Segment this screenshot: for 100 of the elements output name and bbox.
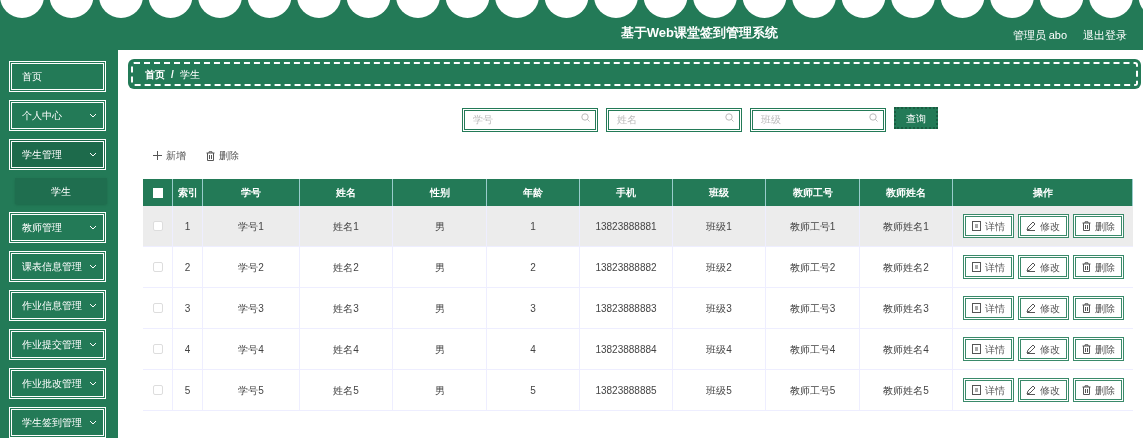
action-button[interactable]: 修改 xyxy=(1017,337,1069,361)
table-cell: 姓名4 xyxy=(300,329,393,369)
action-button[interactable]: 修改 xyxy=(1017,378,1069,402)
menu-label: 作业批改管理 xyxy=(22,377,82,391)
trash-icon xyxy=(1081,262,1091,272)
pencil-icon xyxy=(1026,262,1036,272)
table-cell: 班级2 xyxy=(673,247,766,287)
row-checkbox[interactable] xyxy=(152,344,163,354)
search-icon xyxy=(580,113,590,122)
action-button[interactable]: 修改 xyxy=(1017,296,1069,320)
search-button[interactable]: 查询 xyxy=(893,107,938,129)
menu-label: 个人中心 xyxy=(22,109,62,123)
search-field[interactable]: 班级 xyxy=(749,107,886,132)
action-button[interactable]: 删除 xyxy=(1072,378,1124,402)
trash-icon xyxy=(1081,344,1091,354)
plus-icon xyxy=(153,151,162,160)
trash-icon xyxy=(1081,221,1091,231)
sidebar-menu-item[interactable]: 首页 xyxy=(9,61,106,92)
action-button[interactable]: 删除 xyxy=(1072,255,1124,279)
table-cell: 教师工号1 xyxy=(766,206,860,246)
breadcrumb-separator: / xyxy=(171,67,174,82)
table-cell: 3 xyxy=(487,288,580,328)
table-cell: 姓名3 xyxy=(300,288,393,328)
system-title: 基于Web课堂签到管理系统 xyxy=(620,24,778,43)
trash-icon xyxy=(1081,385,1091,395)
action-button[interactable]: 详情 xyxy=(962,296,1014,320)
table-cell: 姓名1 xyxy=(300,206,393,246)
table-cell: 男 xyxy=(393,206,487,246)
search-field[interactable]: 学号 xyxy=(461,107,598,132)
table-cell: 班级1 xyxy=(673,206,766,246)
row-checkbox[interactable] xyxy=(152,262,163,272)
table-cell: 姓名5 xyxy=(300,370,393,410)
search-field[interactable]: 姓名 xyxy=(605,107,742,132)
action-button[interactable]: 修改 xyxy=(1017,255,1069,279)
document-icon xyxy=(971,344,981,354)
sidebar-menu-item[interactable]: 作业提交管理 xyxy=(9,329,106,360)
chevron-icon xyxy=(89,152,97,157)
user-label: 管理员 abo xyxy=(1012,27,1067,43)
sidebar-menu-item[interactable]: 作业信息管理 xyxy=(9,290,106,321)
sidebar-menu-item[interactable]: 作业批改管理 xyxy=(9,368,106,399)
chevron-icon xyxy=(89,303,97,308)
select-all-checkbox[interactable] xyxy=(152,187,163,198)
sidebar-submenu-item[interactable]: 学生 xyxy=(15,178,107,204)
table-cell: 学号2 xyxy=(203,247,300,287)
table-cell: 4 xyxy=(173,329,203,369)
pencil-icon xyxy=(1026,221,1036,231)
menu-label: 学生管理 xyxy=(22,148,62,162)
row-checkbox[interactable] xyxy=(152,303,163,313)
pencil-icon xyxy=(1026,385,1036,395)
table-cell: 班级3 xyxy=(673,288,766,328)
logout-link[interactable]: 退出登录 xyxy=(1083,26,1127,44)
table-cell: 学号1 xyxy=(203,206,300,246)
pencil-icon xyxy=(1026,344,1036,354)
action-button[interactable]: 删除 xyxy=(1072,337,1124,361)
table-cell: 男 xyxy=(393,247,487,287)
action-button[interactable]: 详情 xyxy=(962,214,1014,238)
sidebar-menu-item[interactable]: 教师管理 xyxy=(9,212,106,243)
action-button[interactable]: 删除 xyxy=(1072,296,1124,320)
table-cell: 教师工号2 xyxy=(766,247,860,287)
menu-label: 作业提交管理 xyxy=(22,338,82,352)
document-icon xyxy=(971,262,981,272)
table-cell: 3 xyxy=(173,288,203,328)
table-cell: 2 xyxy=(173,247,203,287)
table-cell: 教师姓名3 xyxy=(860,288,953,328)
sidebar-menu-item[interactable]: 学生管理 xyxy=(9,139,106,170)
row-checkbox[interactable] xyxy=(152,221,163,231)
action-button[interactable]: 详情 xyxy=(962,255,1014,279)
breadcrumb-link[interactable]: 首页 xyxy=(145,66,165,82)
action-button[interactable]: 删除 xyxy=(1072,214,1124,238)
action-button[interactable]: 详情 xyxy=(962,337,1014,361)
document-icon xyxy=(971,385,981,395)
table-cell: 5 xyxy=(173,370,203,410)
table-cell: 教师姓名2 xyxy=(860,247,953,287)
trash-icon xyxy=(206,150,215,161)
chevron-icon xyxy=(89,225,97,230)
trash-icon xyxy=(1081,303,1091,313)
table-cell: 班级5 xyxy=(673,370,766,410)
table-cell: 教师姓名1 xyxy=(860,206,953,246)
breadcrumb-link[interactable]: 学生 xyxy=(179,66,200,82)
table-cell: 男 xyxy=(393,370,487,410)
chevron-icon xyxy=(89,113,97,118)
menu-label: 学生签到管理 xyxy=(22,416,82,430)
table-cell: 教师姓名4 xyxy=(860,329,953,369)
action-button[interactable]: 详情 xyxy=(962,378,1014,402)
table-cell: 1 xyxy=(173,206,203,246)
sidebar-menu-item[interactable]: 学生签到管理 xyxy=(9,407,106,438)
search-icon xyxy=(724,113,734,122)
table-cell: 13823888881 xyxy=(580,206,673,246)
menu-label: 教师管理 xyxy=(22,221,62,235)
sidebar-menu-item[interactable]: 个人中心 xyxy=(9,100,106,131)
menu-label: 课表信息管理 xyxy=(22,260,82,274)
chevron-icon xyxy=(89,420,97,425)
toolbar-button[interactable]: 新增 xyxy=(153,148,186,163)
row-checkbox[interactable] xyxy=(152,385,163,395)
table-cell: 教师工号5 xyxy=(766,370,860,410)
action-button[interactable]: 修改 xyxy=(1017,214,1069,238)
chevron-icon xyxy=(89,264,97,269)
toolbar-button[interactable]: 删除 xyxy=(206,148,239,163)
sidebar-menu-item[interactable]: 课表信息管理 xyxy=(9,251,106,282)
table-cell: 学号4 xyxy=(203,329,300,369)
